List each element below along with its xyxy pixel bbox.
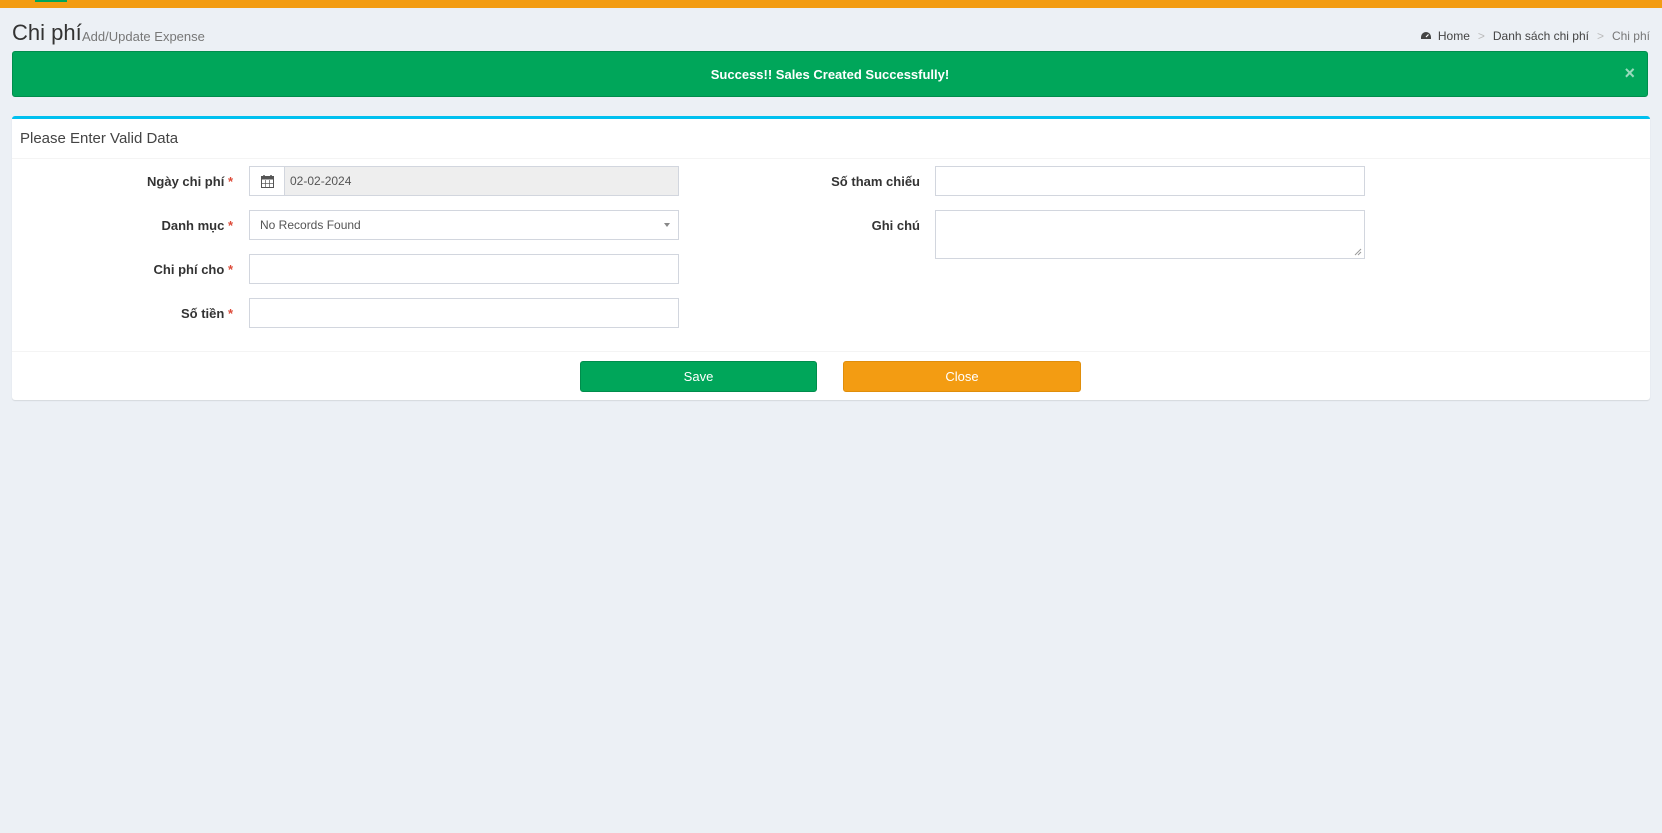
category-label: Danh mục *: [161, 218, 233, 233]
breadcrumb-separator: >: [1477, 29, 1485, 43]
reference-no-input[interactable]: [935, 166, 1365, 196]
expense-for-label: Chi phí cho *: [153, 262, 233, 277]
dashboard-icon: [1420, 32, 1431, 39]
breadcrumb: Home > Danh sách chi phí > Chi phí: [1420, 29, 1650, 43]
expense-date-group: 02-02-2024: [249, 166, 679, 196]
alert-message: Success!! Sales Created Successfully!: [710, 66, 950, 82]
page-title: Chi phí: [12, 20, 82, 45]
note-textarea[interactable]: [935, 210, 1365, 259]
expense-form-box: Please Enter Valid Data Ngày chi phí * 0…: [12, 116, 1650, 400]
category-select[interactable]: No Records Found: [249, 210, 679, 240]
navbar-active-tab[interactable]: [35, 0, 67, 2]
category-selected-value: No Records Found: [260, 218, 361, 232]
expense-date-label: Ngày chi phí *: [147, 174, 233, 189]
note-label: Ghi chú: [871, 218, 920, 233]
calendar-icon[interactable]: [249, 166, 284, 196]
box-header: Please Enter Valid Data: [12, 119, 1650, 159]
box-footer: Save Close: [12, 351, 1650, 401]
top-navbar: [0, 0, 1662, 8]
close-button[interactable]: Close: [843, 361, 1081, 392]
save-button[interactable]: Save: [580, 361, 817, 392]
reference-no-label: Số tham chiếu: [831, 174, 920, 189]
breadcrumb-current: Chi phí: [1611, 29, 1650, 43]
caret-down-icon: [664, 223, 670, 227]
close-icon[interactable]: ×: [1624, 64, 1635, 82]
expense-date-input[interactable]: 02-02-2024: [284, 166, 679, 196]
breadcrumb-separator: >: [1596, 29, 1604, 43]
page-subtitle: Add/Update Expense: [82, 29, 205, 44]
amount-label: Số tiền *: [180, 306, 233, 321]
success-alert: Success!! Sales Created Successfully! ×: [12, 51, 1648, 97]
breadcrumb-expense-list-link[interactable]: Danh sách chi phí: [1493, 29, 1589, 43]
breadcrumb-home-link[interactable]: Home: [1438, 29, 1470, 43]
expense-for-input[interactable]: [249, 254, 679, 284]
amount-input[interactable]: [249, 298, 679, 328]
box-title: Please Enter Valid Data: [20, 130, 179, 147]
resize-grip-icon[interactable]: [1354, 248, 1362, 256]
